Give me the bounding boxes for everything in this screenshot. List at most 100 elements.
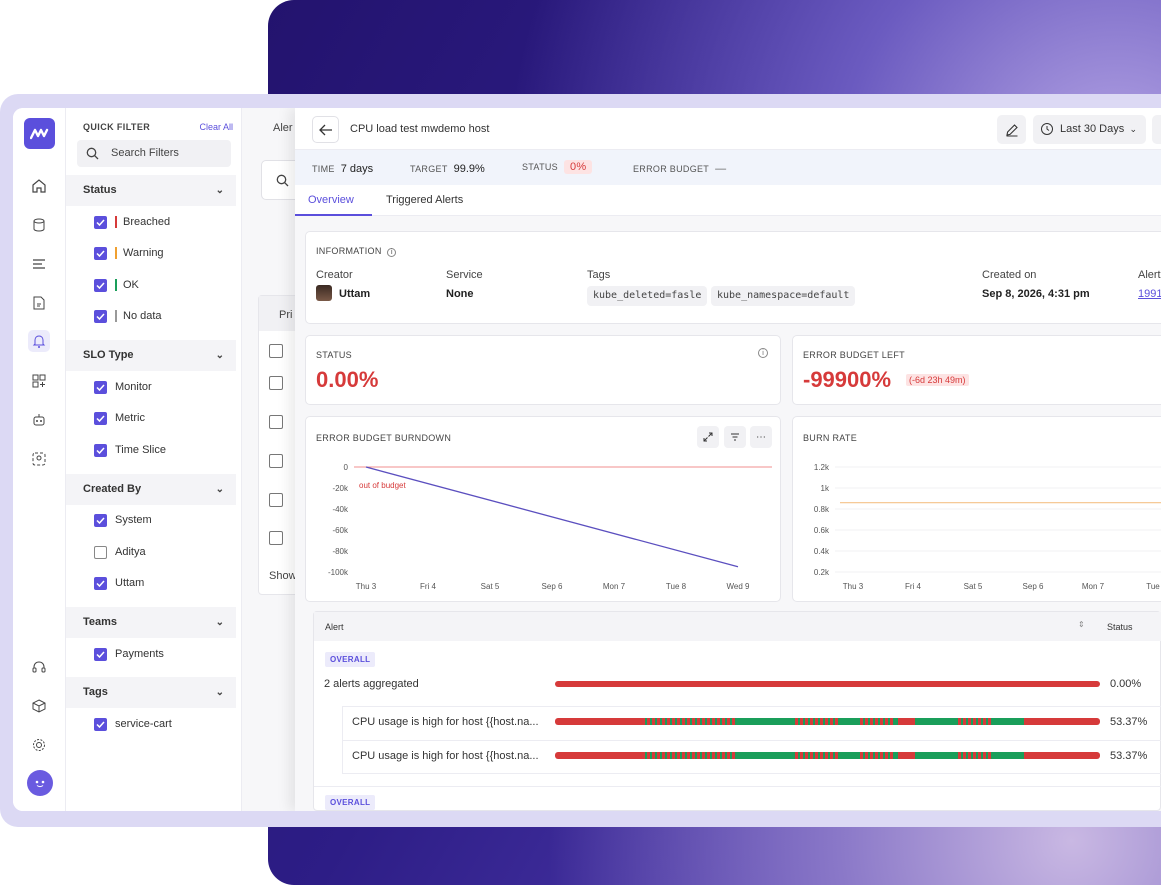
pencil-icon	[1005, 123, 1018, 137]
meta-target: TARGET 99.9%	[410, 163, 485, 175]
chevron-down-icon: ⌄	[215, 617, 224, 628]
assistant-avatar-icon[interactable]	[27, 770, 53, 796]
checkbox-checked-icon[interactable]	[94, 443, 107, 457]
home-icon[interactable]	[28, 175, 50, 197]
filter-option-payments[interactable]: Payments	[94, 646, 164, 662]
created-on-value: Sep 8, 2026, 4:31 pm	[982, 288, 1090, 300]
dashboard-add-icon[interactable]	[28, 370, 50, 392]
mixed-segment	[860, 752, 893, 759]
tab-overview[interactable]: Overview	[308, 194, 354, 206]
chevron-down-icon: ⌄	[215, 185, 224, 196]
filter-option-warning[interactable]: Warning	[94, 245, 164, 261]
detail-header: CPU load test mwdemo host Last 30 Days ⌄	[295, 108, 1161, 150]
status-section-header[interactable]: Status ⌄	[66, 175, 236, 206]
alert-link[interactable]: 1991	[1138, 288, 1161, 300]
sort-icon[interactable]: ⇕	[1078, 620, 1085, 629]
checkbox-checked-icon[interactable]	[94, 380, 107, 394]
status-column-header: Status	[1107, 622, 1133, 632]
checkbox-checked-icon[interactable]	[94, 215, 107, 229]
x-tick-label: Sep 6	[542, 582, 563, 591]
checkbox-checked-icon[interactable]	[94, 513, 107, 527]
teams-section-title: Teams	[83, 616, 118, 628]
created-by-section-header[interactable]: Created By ⌄	[66, 474, 236, 505]
filter-option-monitor[interactable]: Monitor	[94, 379, 152, 395]
logo-icon[interactable]	[24, 118, 55, 149]
option-label: Time Slice	[115, 444, 166, 456]
burndown-chart-card: ERROR BUDGET BURNDOWN ⋯ 0 -20k -40k -60k -80…	[305, 416, 781, 602]
slo-type-section-header[interactable]: SLO Type ⌄	[66, 340, 236, 371]
row-checkbox[interactable]	[269, 415, 283, 429]
row-checkbox[interactable]	[269, 531, 283, 545]
reports-icon[interactable]	[28, 292, 50, 314]
mixed-segment	[794, 718, 839, 725]
alerts-table-header: Alert ⇕ Status	[314, 612, 1161, 641]
more-actions-button[interactable]	[1152, 115, 1161, 144]
alerts-icon[interactable]	[28, 330, 50, 352]
settings-icon[interactable]	[28, 734, 50, 756]
y-tick-label: 0	[344, 463, 349, 472]
option-label: Metric	[115, 412, 145, 424]
y-tick-label: -20k	[332, 484, 349, 493]
support-icon[interactable]	[28, 656, 50, 678]
edit-button[interactable]	[997, 115, 1026, 144]
infrastructure-icon[interactable]	[28, 214, 50, 236]
clear-all-link[interactable]: Clear All	[199, 122, 233, 132]
alert-row-label[interactable]: CPU usage is high for host {{host.na...	[352, 750, 539, 762]
aggregate-status-pct: 0.00%	[1110, 678, 1142, 690]
information-heading: INFORMATION i	[316, 246, 397, 257]
burndown-chart: 0 -20k -40k -60k -80k -100k Thu 3 Fri 4 Sat 5 Sep…	[328, 463, 772, 591]
filter-option-aditya[interactable]: Aditya	[94, 544, 146, 560]
tab-triggered-alerts[interactable]: Triggered Alerts	[386, 194, 463, 206]
back-button[interactable]	[312, 116, 339, 143]
show-rows-label[interactable]: Show	[269, 570, 297, 582]
filter-option-service-cart[interactable]: service-cart	[94, 716, 172, 732]
y-tick-label: 0.2k	[814, 568, 830, 577]
row-checkbox[interactable]	[269, 454, 283, 468]
bot-icon[interactable]	[28, 409, 50, 431]
service-label: Service	[446, 269, 483, 281]
warning-color-mark	[115, 247, 117, 259]
alert-label: Alert	[1138, 269, 1161, 281]
x-tick-label: Tue 8	[666, 582, 687, 591]
tag-chip[interactable]: kube_deleted=fasle	[587, 286, 708, 306]
alerts-table: Alert ⇕ Status OVERALL 2 alerts aggregat…	[313, 611, 1161, 811]
filter-option-system[interactable]: System	[94, 512, 152, 528]
filter-search-input[interactable]: Search Filters	[77, 140, 231, 167]
row-checkbox[interactable]	[269, 376, 283, 390]
checkbox-checked-icon[interactable]	[94, 411, 107, 425]
alert-row-pct: 53.37%	[1110, 750, 1148, 762]
checkbox-checked-icon[interactable]	[94, 309, 107, 323]
y-tick-label: -60k	[332, 526, 349, 535]
alerts-tab-partial[interactable]: Aler	[273, 122, 293, 134]
tag-chip[interactable]: kube_namespace=default	[711, 286, 856, 306]
filter-option-metric[interactable]: Metric	[94, 410, 145, 426]
clock-icon	[1041, 123, 1053, 135]
uptime-segment	[892, 718, 899, 725]
tags-section-header[interactable]: Tags ⌄	[66, 677, 236, 708]
checkbox-checked-icon[interactable]	[94, 576, 107, 590]
row-checkbox[interactable]	[269, 493, 283, 507]
filter-option-breached[interactable]: Breached	[94, 214, 170, 230]
user-monitor-icon[interactable]	[28, 448, 50, 470]
x-tick-label: Wed 9	[727, 582, 751, 591]
checkbox-checked-icon[interactable]	[94, 246, 107, 260]
filter-option-no-data[interactable]: No data	[94, 308, 162, 324]
info-icon[interactable]: i	[758, 348, 768, 358]
time-range-dropdown[interactable]: Last 30 Days ⌄	[1033, 115, 1146, 144]
checkbox-checked-icon[interactable]	[94, 647, 107, 661]
info-icon[interactable]: i	[387, 248, 397, 257]
integrations-icon[interactable]	[28, 695, 50, 717]
row-checkbox[interactable]	[269, 344, 283, 358]
filter-option-uttam[interactable]: Uttam	[94, 575, 144, 591]
alert-row-label[interactable]: CPU usage is high for host {{host.na...	[352, 716, 539, 728]
logs-icon[interactable]	[28, 253, 50, 275]
filter-option-ok[interactable]: OK	[94, 277, 139, 293]
checkbox-unchecked-icon[interactable]	[94, 545, 107, 559]
chevron-down-icon: ⌄	[215, 687, 224, 698]
checkbox-checked-icon[interactable]	[94, 278, 107, 292]
burn-rate-chart-card: BURN RATE 1.2k 1k 0.8k 0.6k 0.4k 0.2k Thu 3 Fri…	[792, 416, 1161, 602]
teams-section-header[interactable]: Teams ⌄	[66, 607, 236, 638]
creator-value: Uttam	[339, 288, 371, 300]
checkbox-checked-icon[interactable]	[94, 717, 107, 731]
filter-option-time-slice[interactable]: Time Slice	[94, 442, 166, 458]
